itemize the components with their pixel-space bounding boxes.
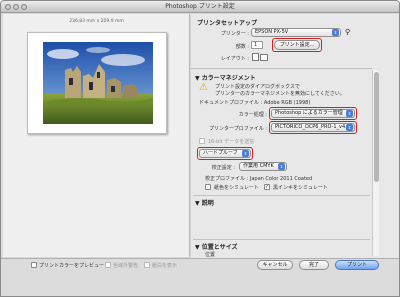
proof-mode-select[interactable]: ハードプルーフ ⇕ bbox=[199, 149, 251, 158]
window-title: Photoshop プリント設定 bbox=[165, 3, 235, 10]
printer-setup-heading: プリンタセットアップ bbox=[197, 20, 258, 27]
paper-size-label: 236.83 mm x 209.9 mm bbox=[69, 19, 124, 24]
color-handling-label: カラー処理 : bbox=[238, 112, 267, 118]
print-button[interactable]: プリント bbox=[335, 260, 379, 270]
simulate-black-label: 黒インキをシミュレート bbox=[273, 185, 328, 191]
printer-profile-label: プリンタープロファイル : bbox=[209, 126, 267, 132]
document-profile: ドキュメントプロファイル : Adobe RGB (1998) bbox=[199, 100, 311, 106]
done-button[interactable]: 完了 bbox=[299, 260, 329, 270]
printer-select[interactable]: EPSON PX-5V ⇕ bbox=[251, 28, 341, 37]
chevron-updown-icon: ⇕ bbox=[332, 29, 339, 36]
color-handling-select[interactable]: Photoshop によるカラー管理 ⇕ bbox=[271, 109, 355, 118]
settings-scrollbar[interactable] bbox=[372, 70, 379, 256]
scrollbar-thumb[interactable] bbox=[374, 72, 379, 182]
settings-scroll-area: ▼ カラーマネジメント プリント設定のダイアログボックスで プリンターのカラーマ… bbox=[191, 68, 372, 258]
simulate-black-checkbox[interactable]: ✓ bbox=[264, 184, 270, 190]
cm-note-line1: プリント設定のダイアログボックスで bbox=[215, 84, 300, 90]
position-subheading: 位置 bbox=[205, 252, 216, 258]
preview-colors-label: プリントカラーをプレビュー bbox=[39, 263, 105, 269]
printer-profile-value: PICTORICO_OCP6_PRO-1_v4.icc bbox=[275, 124, 354, 130]
print-dialog-window: Photoshop プリント設定 236.83 mm x 209.9 mm プリ… bbox=[0, 0, 400, 297]
send-16bit-label: 16-bit データを送信 bbox=[208, 139, 255, 145]
proof-setup-value: 作業用 CMYK bbox=[243, 163, 274, 169]
out-of-gamut-checkbox[interactable] bbox=[105, 262, 111, 268]
close-window-icon[interactable] bbox=[5, 4, 11, 10]
chevron-updown-icon: ⇕ bbox=[346, 124, 353, 131]
copies-label: 部数 : bbox=[235, 44, 249, 50]
copies-field[interactable]: 1 bbox=[251, 41, 263, 49]
color-handling-value: Photoshop によるカラー管理 bbox=[275, 110, 343, 116]
paper-white-label: 紙白を表示 bbox=[152, 263, 178, 269]
paper-preview bbox=[27, 32, 167, 134]
bottom-bar: プリントカラーをプレビュー 色域外警告 紙白を表示 キャンセル 完了 プリント bbox=[1, 258, 399, 296]
zoom-window-icon[interactable] bbox=[21, 4, 27, 10]
printer-profile-select[interactable]: PICTORICO_OCP6_PRO-1_v4.icc ⇕ bbox=[271, 123, 355, 132]
printer-value: EPSON PX-5V bbox=[255, 29, 289, 35]
cm-note-line2: プリンターのカラーマネジメントを無効にしてください。 bbox=[215, 91, 345, 97]
proof-setup-select[interactable]: 作業用 CMYK ⇕ bbox=[239, 162, 287, 171]
divider bbox=[193, 195, 370, 196]
paper-white-checkbox[interactable] bbox=[144, 262, 150, 268]
photo-preview-image[interactable] bbox=[43, 42, 153, 124]
layout-label: レイアウト : bbox=[220, 56, 249, 62]
proof-profile: 校正プロファイル : Japan Color 2011 Coated bbox=[205, 176, 313, 182]
color-management-heading: ▼ カラーマネジメント bbox=[195, 75, 256, 82]
print-preview-pane: 236.83 mm x 209.9 mm bbox=[3, 14, 190, 257]
chevron-updown-icon: ⇕ bbox=[278, 163, 285, 170]
chevron-updown-icon: ⇕ bbox=[346, 110, 353, 117]
simulate-paper-checkbox[interactable] bbox=[205, 184, 211, 190]
out-of-gamut-label: 色域外警告 bbox=[113, 263, 139, 269]
minimize-window-icon[interactable] bbox=[13, 4, 19, 10]
landscape-layout-icon[interactable] bbox=[260, 54, 268, 61]
printer-label: プリンター : bbox=[220, 31, 249, 37]
chevron-updown-icon: ⇕ bbox=[242, 150, 249, 157]
description-heading[interactable]: ▼ 説明 bbox=[195, 198, 214, 207]
send-16bit-checkbox[interactable] bbox=[199, 138, 205, 144]
proof-setup-label: 校正設定 : bbox=[211, 165, 235, 171]
title-bar: Photoshop プリント設定 bbox=[1, 1, 399, 13]
portrait-layout-icon[interactable] bbox=[252, 53, 259, 61]
settings-pane: プリンタセットアップ プリンター : EPSON PX-5V ⇕ ⚲ 部数 : … bbox=[191, 14, 399, 258]
divider bbox=[193, 239, 370, 240]
cancel-button[interactable]: キャンセル bbox=[257, 260, 293, 270]
position-size-heading[interactable]: ▼ 位置とサイズ bbox=[195, 242, 238, 251]
simulate-paper-label: 紙色をシミュレート bbox=[214, 185, 259, 191]
preview-colors-checkbox[interactable] bbox=[31, 262, 37, 268]
add-printer-icon[interactable]: ⚲ bbox=[345, 28, 350, 36]
proof-mode-value: ハードプルーフ bbox=[203, 150, 238, 156]
warning-icon: ⚠ bbox=[199, 82, 208, 93]
print-settings-button[interactable]: プリント設定... bbox=[274, 40, 320, 50]
